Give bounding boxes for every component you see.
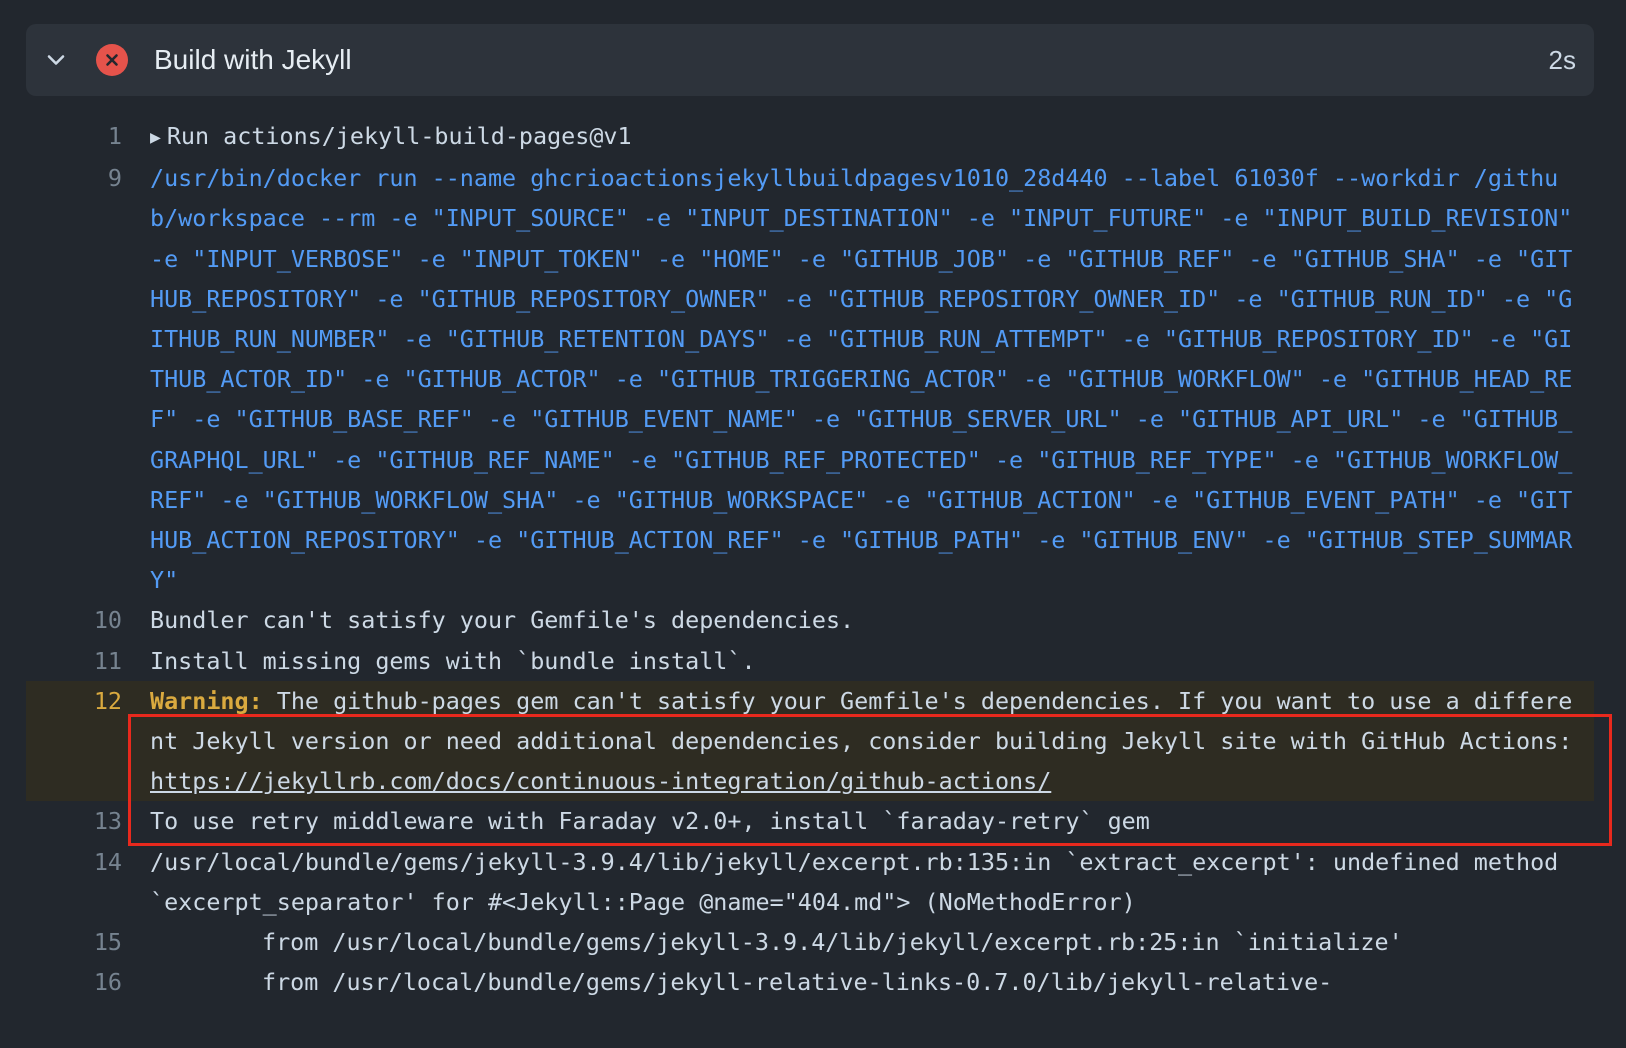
step-duration: 2s [1548,45,1576,75]
line-number[interactable]: 16 [26,962,122,1002]
log-text: from /usr/local/bundle/gems/jekyll-3.9.4… [262,928,1403,957]
line-number[interactable]: 14 [26,842,122,922]
line-number[interactable]: 9 [26,158,122,600]
log-text: Bundler can't satisfy your Gemfile's dep… [150,606,855,635]
line-number[interactable]: 10 [26,600,122,640]
line-number[interactable]: 11 [26,641,122,681]
log-text: Run actions/jekyll-build-pages@v1 [166,122,632,150]
github-actions-docs-link[interactable]: https://jekyllrb.com/docs/continuous-int… [150,767,1051,795]
log-line[interactable]: 1 ▶ Run actions/jekyll-build-pages@v1 [26,116,1594,158]
log-text: /usr/local/bundle/gems/jekyll-3.9.4/lib/… [150,847,1573,916]
warning-text: The github-pages gem can't satisfy your … [150,686,1587,756]
step-header[interactable]: Build with Jekyll 2s [26,24,1594,96]
log-line[interactable]: 10 Bundler can't satisfy your Gemfile's … [26,600,1594,640]
log-command-text: /usr/bin/docker run --name ghcrioactions… [150,164,1587,595]
log-line[interactable]: 9 /usr/bin/docker run --name ghcrioactio… [26,158,1594,600]
log-line-warning[interactable]: 12 Warning: The github-pages gem can't s… [26,680,1594,802]
log-line[interactable]: 15 from /usr/local/bundle/gems/jekyll-3.… [26,922,1594,962]
expand-triangle-icon[interactable]: ▶ [150,118,161,158]
line-number[interactable]: 13 [26,801,122,841]
warning-label: Warning: [150,686,263,715]
x-circle-icon [96,44,128,76]
log-line[interactable]: 14 /usr/local/bundle/gems/jekyll-3.9.4/l… [26,842,1594,922]
line-number[interactable]: 15 [26,922,122,962]
chevron-down-icon[interactable] [44,48,68,72]
log-text: To use retry middleware with Faraday v2.… [150,807,1150,836]
log-text: from /usr/local/bundle/gems/jekyll-relat… [262,968,1333,997]
log-line[interactable]: 11 Install missing gems with `bundle ins… [26,641,1594,681]
line-number[interactable]: 1 [26,116,122,158]
line-number[interactable]: 12 [26,681,122,802]
log-line[interactable]: 13 To use retry middleware with Faraday … [26,801,1594,841]
log-output: 1 ▶ Run actions/jekyll-build-pages@v1 9 /… [26,116,1594,1002]
log-text: Install missing gems with `bundle instal… [150,646,756,675]
log-line[interactable]: 16 from /usr/local/bundle/gems/jekyll-re… [26,962,1594,1002]
step-title: Build with Jekyll [154,44,352,75]
